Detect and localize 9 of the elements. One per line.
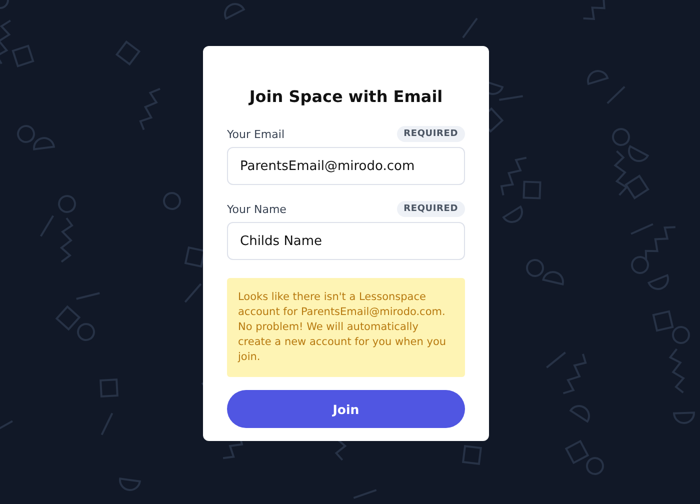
- join-button[interactable]: Join: [227, 390, 465, 428]
- input-field[interactable]: Childs Name: [227, 222, 465, 260]
- field-label: Your Email: [227, 128, 284, 140]
- dialog-title: Join Space with Email: [248, 87, 444, 106]
- required-badge: REQUIRED: [396, 126, 465, 142]
- notice-message: Looks like there isn't a Lessonspace account for ParentsEmail@mirodo.com. No problem! We will automatically create a new account for you when you join.: [227, 278, 465, 377]
- required-badge: REQUIRED: [396, 201, 465, 217]
- input-field[interactable]: ParentsEmail@mirodo.com: [227, 147, 465, 185]
- field-label: Your Name: [227, 202, 286, 216]
